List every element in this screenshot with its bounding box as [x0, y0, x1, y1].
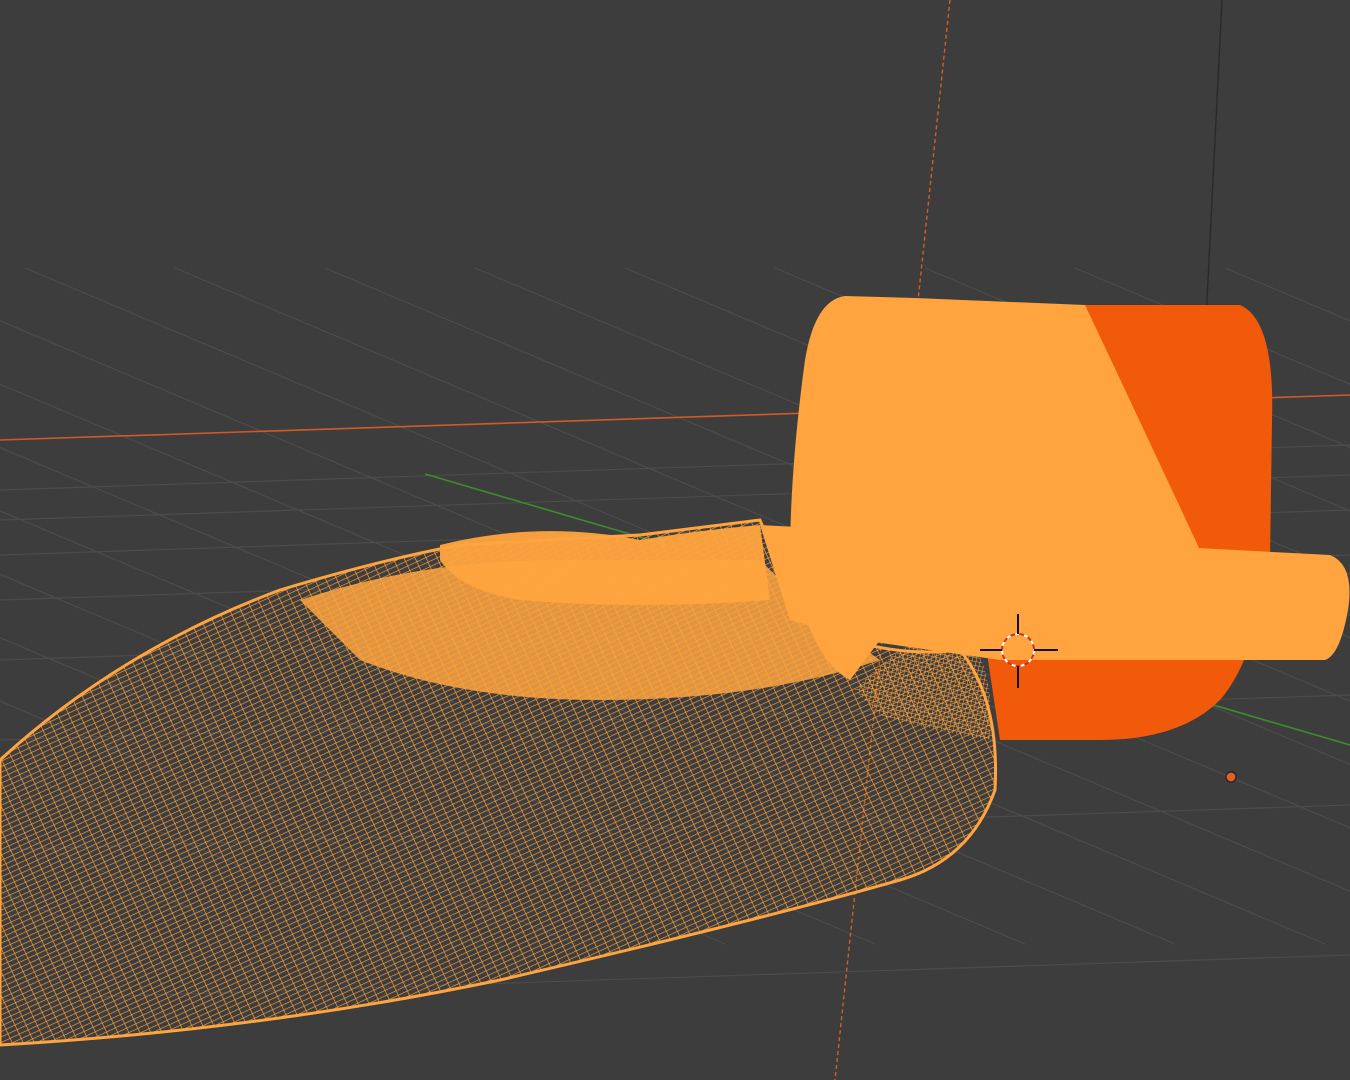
3d-viewport[interactable]	[0, 0, 1350, 1080]
object-origin-icon[interactable]	[1225, 771, 1237, 783]
viewport-canvas[interactable]	[0, 0, 1350, 1080]
